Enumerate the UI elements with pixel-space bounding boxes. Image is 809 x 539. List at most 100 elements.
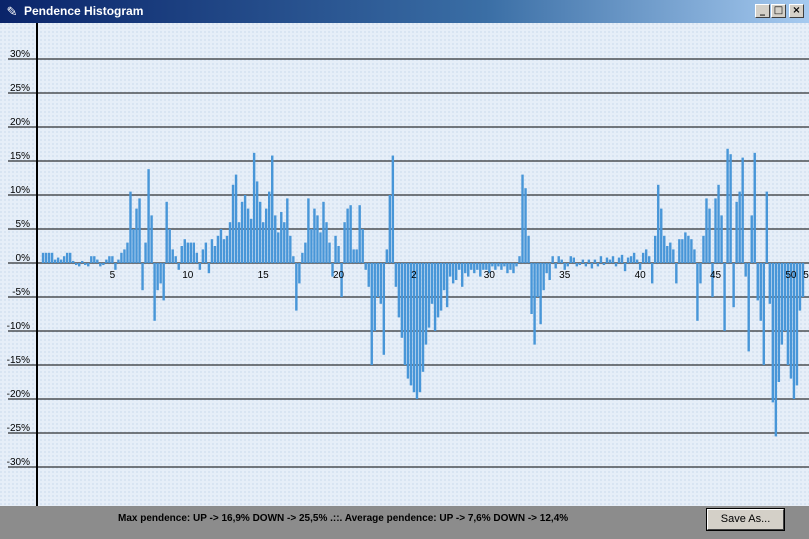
histogram-bar xyxy=(433,263,437,331)
x-tick-label: 40 xyxy=(635,270,647,281)
histogram-bar xyxy=(105,259,108,263)
histogram-bar xyxy=(762,263,765,365)
histogram-bar xyxy=(216,235,220,263)
histogram-bar xyxy=(280,212,283,263)
histogram-bar xyxy=(78,263,81,267)
histogram-bar xyxy=(252,152,256,263)
histogram-bar xyxy=(355,249,358,263)
histogram-bar xyxy=(566,263,569,267)
histogram-bar xyxy=(406,263,410,379)
histogram-bar xyxy=(168,229,171,263)
histogram-bar xyxy=(65,252,69,263)
histogram-bar xyxy=(497,263,500,267)
histogram-bar xyxy=(629,256,633,263)
y-tick-label: -5% xyxy=(12,287,30,298)
histogram-bar xyxy=(421,263,425,372)
histogram-bar xyxy=(430,263,434,304)
histogram-bar xyxy=(442,263,446,291)
histogram-bar xyxy=(99,263,102,267)
histogram-bar xyxy=(593,259,597,263)
histogram-bar xyxy=(747,263,750,352)
maximize-button[interactable]: □ xyxy=(771,4,786,18)
histogram-bar xyxy=(177,263,180,270)
histogram-bar xyxy=(165,201,168,263)
histogram-bar xyxy=(647,256,651,263)
histogram-bar xyxy=(557,256,560,263)
histogram-bar xyxy=(59,259,63,263)
histogram-bar xyxy=(693,249,696,263)
histogram-bar xyxy=(599,256,603,263)
histogram-bar xyxy=(678,239,681,263)
histogram-bar xyxy=(533,263,536,345)
histogram-bar xyxy=(560,259,563,263)
histogram-bar xyxy=(249,218,253,263)
y-tick-label: 15% xyxy=(10,151,30,162)
save-as-button[interactable]: Save As... xyxy=(706,508,785,531)
histogram-bar xyxy=(74,263,78,266)
title-bar[interactable]: ✎ Pendence Histogram _ □ × xyxy=(0,0,809,23)
histogram-bar xyxy=(126,242,129,263)
histogram-bar xyxy=(358,205,361,263)
histogram-bar xyxy=(394,263,398,287)
histogram-bar xyxy=(385,249,389,263)
x-tick-label: 20 xyxy=(333,270,345,281)
histogram-bar xyxy=(189,242,193,263)
histogram-bar xyxy=(681,239,684,263)
histogram-bar xyxy=(798,263,802,311)
histogram-bar xyxy=(578,263,582,266)
histogram-bar xyxy=(551,256,554,263)
histogram-bar xyxy=(114,263,117,270)
histogram-bar xyxy=(753,152,756,263)
histogram-bar xyxy=(445,263,449,308)
histogram-bar xyxy=(225,235,229,263)
x-tick-label: 5 xyxy=(803,270,809,281)
histogram-bar xyxy=(304,242,307,263)
minimize-button[interactable]: _ xyxy=(755,4,770,18)
histogram-bar xyxy=(382,263,386,355)
histogram-bar xyxy=(792,263,796,399)
histogram-bar xyxy=(539,263,542,325)
histogram-bar xyxy=(222,239,226,263)
histogram-bar xyxy=(596,263,600,267)
histogram-bar xyxy=(461,263,464,287)
histogram-bar xyxy=(346,208,349,263)
histogram-bar xyxy=(334,235,337,263)
histogram-bar xyxy=(771,263,775,403)
histogram-bar xyxy=(325,222,328,263)
histogram-bar xyxy=(295,263,298,311)
histogram-bar xyxy=(255,181,259,263)
histogram-bar xyxy=(617,257,621,263)
histogram-bar xyxy=(307,198,310,263)
histogram-bar xyxy=(554,263,557,269)
histogram-bar xyxy=(518,256,521,263)
histogram-bar xyxy=(207,263,211,274)
histogram-bar xyxy=(204,242,208,263)
histogram-bar xyxy=(494,263,497,270)
y-tick-label: 5% xyxy=(16,219,31,230)
histogram-bar xyxy=(705,198,708,263)
window-title: Pendence Histogram xyxy=(24,4,144,18)
histogram-bar xyxy=(322,201,325,263)
histogram-bar xyxy=(403,263,407,365)
histogram-bar xyxy=(156,263,159,291)
x-tick-label: 10 xyxy=(182,270,194,281)
histogram-bar xyxy=(352,249,355,263)
histogram-bar xyxy=(503,263,506,267)
y-tick-label: -10% xyxy=(7,321,30,332)
histogram-bar xyxy=(454,263,458,280)
histogram-bar xyxy=(512,263,515,274)
histogram-bar xyxy=(509,263,512,270)
histogram-bar xyxy=(319,232,322,263)
histogram-bar xyxy=(741,157,744,263)
histogram-bar xyxy=(467,263,470,277)
histogram-bar xyxy=(361,229,364,263)
histogram-bar xyxy=(180,246,183,263)
histogram-bar xyxy=(479,263,482,277)
histogram-bar xyxy=(415,263,419,399)
histogram-bar xyxy=(714,198,717,263)
histogram-bar xyxy=(228,222,232,263)
histogram-bar xyxy=(87,263,90,267)
close-button[interactable]: × xyxy=(789,4,804,18)
histogram-bar xyxy=(370,263,373,365)
histogram-bar xyxy=(575,263,579,267)
